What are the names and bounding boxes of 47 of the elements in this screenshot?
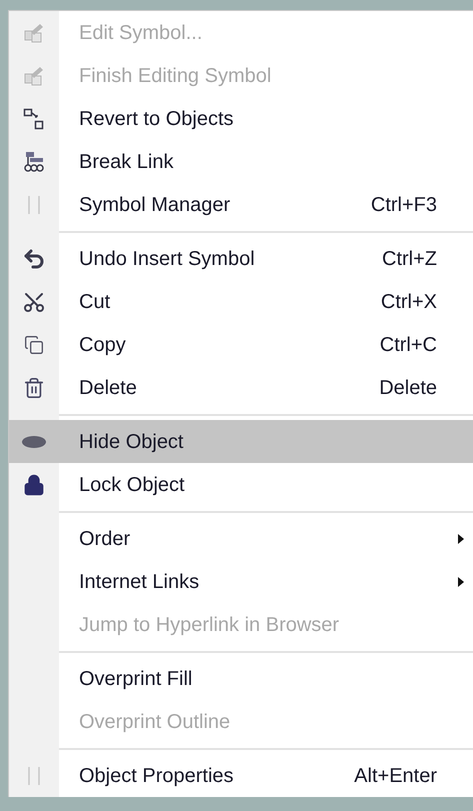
placeholder-icon	[27, 194, 41, 214]
menu-item-label: Revert to Objects	[79, 108, 234, 130]
shortcut-label: Delete	[379, 376, 438, 400]
menu-item[interactable]: Overprint Fill	[9, 657, 473, 700]
menu-item[interactable]: Break Link	[9, 140, 473, 183]
menu-item-label: Lock Object	[79, 474, 185, 496]
menu-item-label: Undo Insert Symbol	[79, 248, 255, 270]
shortcut-label: Ctrl+F3	[370, 192, 438, 218]
shortcut-label: Ctrl+C	[380, 332, 438, 358]
menu-item-label: Overprint Fill	[79, 668, 192, 690]
menu-item-label: Delete	[79, 376, 137, 398]
menu-item-label: Copy	[79, 334, 126, 356]
menu-item-label: Internet Links	[79, 570, 200, 592]
shortcut-label: Ctrl+X	[380, 290, 438, 314]
copy-icon	[24, 334, 44, 354]
shortcut-label: Alt+Enter	[354, 764, 438, 788]
menu-item-label: Break Link	[79, 150, 174, 172]
hide-icon	[21, 434, 47, 448]
menu-item-label: Finish Editing Symbol	[79, 64, 272, 86]
menu-item[interactable]: Symbol Manager Ctrl+F3	[9, 183, 473, 226]
break-link-icon	[23, 150, 45, 172]
shortcut-label: Ctrl+Z	[382, 246, 438, 272]
menu-item-label: Jump to Hyperlink in Browser	[79, 614, 340, 636]
menu-item[interactable]: Delete Delete	[9, 366, 473, 409]
menu-item-label: Cut	[79, 290, 110, 312]
placeholder-icon	[27, 766, 41, 786]
menu-item[interactable]: Internet Links	[9, 560, 473, 603]
menu-item-label: Symbol Manager	[79, 194, 230, 216]
menu-item[interactable]: Cut Ctrl+X	[9, 280, 473, 323]
undo-icon	[22, 246, 46, 270]
menu-item-label: Object Properties	[79, 764, 234, 786]
symbol-edit-icon	[23, 22, 45, 44]
menu-item[interactable]: Order	[9, 517, 473, 560]
menu-item[interactable]: Revert to Objects	[9, 97, 473, 140]
delete-icon	[23, 376, 45, 398]
menu-item[interactable]: Lock Object	[9, 463, 473, 506]
revert-icon	[23, 108, 45, 130]
menu-item[interactable]: Undo Insert Symbol Ctrl+Z	[9, 237, 473, 280]
menu-item[interactable]: Hide Object	[9, 420, 473, 463]
menu-item-label: Hide Object	[79, 430, 184, 452]
menu-item-label: Overprint Outline	[79, 710, 230, 732]
menu-item[interactable]: Object Properties Alt+Enter	[9, 754, 473, 797]
menu-item[interactable]: Copy Ctrl+C	[9, 323, 473, 366]
symbol-edit-icon	[23, 64, 45, 86]
menu-item-label: Order	[79, 528, 130, 550]
lock-icon	[23, 474, 45, 496]
menu-item-label: Edit Symbol...	[79, 22, 202, 44]
